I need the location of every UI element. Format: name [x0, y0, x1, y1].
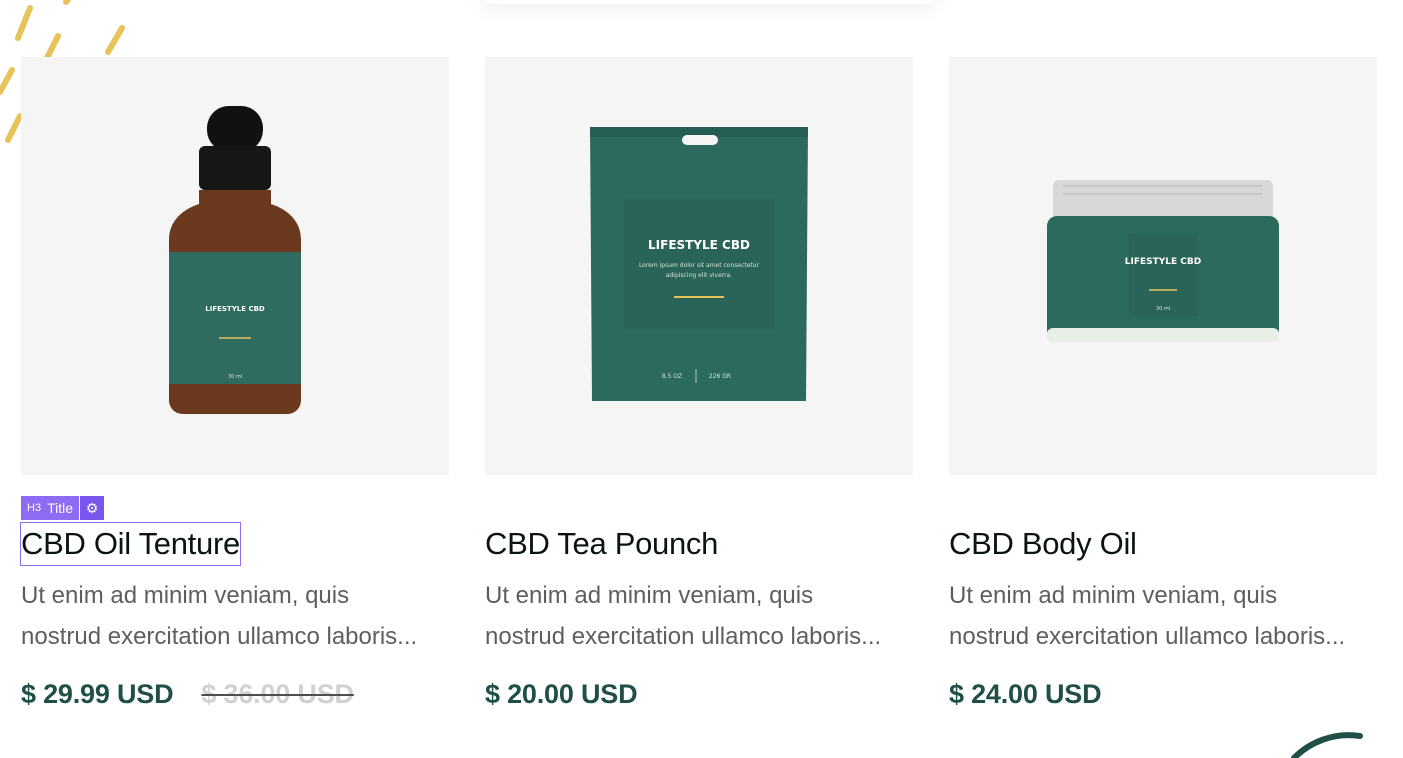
- jar-label-brand: LIFESTYLE CBD: [1125, 257, 1201, 267]
- product-description-line-1: Ut enim ad minim veniam, quis: [21, 582, 350, 609]
- product-title[interactable]: CBD Tea Pounch: [485, 523, 718, 565]
- tea-pouch-image: LIFESTYLE CBD Lorem ipsum dolor sit amet…: [590, 127, 808, 401]
- product-description-line-2: nostrud exercitation ullamco laboris...: [949, 623, 1346, 650]
- pouch-label-gr: 226 GR: [709, 373, 731, 380]
- product-image[interactable]: LIFESTYLE CBD Lorem ipsum dolor sit amet…: [485, 57, 913, 475]
- gear-icon[interactable]: ⚙: [80, 496, 104, 520]
- product-price: $ 29.99 USD: [21, 679, 174, 709]
- product-image[interactable]: LIFESTYLE CBD 30 ml: [949, 57, 1377, 475]
- product-card-1[interactable]: LIFESTYLE CBD 30 ml H3 Title ⚙ CBD Oil T…: [20, 57, 449, 710]
- price-row: $ 20.00 USD: [485, 679, 913, 710]
- pouch-label-brand: LIFESTYLE CBD: [648, 238, 750, 252]
- product-description-line-2: nostrud exercitation ullamco laboris...: [21, 623, 418, 650]
- decorative-swoosh: [1291, 732, 1363, 758]
- price-row: $ 29.99 USD $ 36.00 USD: [21, 679, 449, 710]
- product-price: $ 24.00 USD: [949, 679, 1102, 709]
- editor-badge-label[interactable]: H3 Title: [21, 496, 79, 520]
- product-description-line-1: Ut enim ad minim veniam, quis: [949, 582, 1278, 609]
- product-description: Ut enim ad minim veniam, quis nostrud ex…: [21, 575, 449, 657]
- price-row: $ 24.00 USD: [949, 679, 1377, 710]
- product-old-price: $ 36.00 USD: [201, 679, 354, 709]
- pouch-label-oz: 8.5 OZ: [662, 373, 682, 380]
- jar-label-size: 30 ml: [1156, 306, 1170, 312]
- product-title[interactable]: CBD Body Oil: [949, 523, 1137, 565]
- product-description: Ut enim ad minim veniam, quis nostrud ex…: [485, 575, 913, 657]
- bottle-label-brand: LIFESTYLE CBD: [205, 305, 265, 313]
- product-description: Ut enim ad minim veniam, quis nostrud ex…: [949, 575, 1377, 657]
- top-bar-shadow: [480, 0, 940, 4]
- cream-jar-image: LIFESTYLE CBD 30 ml: [1047, 180, 1279, 342]
- product-title[interactable]: CBD Oil Tenture: [20, 522, 241, 566]
- product-card-2[interactable]: LIFESTYLE CBD Lorem ipsum dolor sit amet…: [485, 57, 913, 710]
- pouch-label-line2: adipiscing elit viverra.: [666, 272, 732, 279]
- pouch-label-line1: Lorem ipsum dolor sit amet consectetur: [639, 262, 760, 269]
- product-card-3[interactable]: LIFESTYLE CBD 30 ml CBD Body Oil Ut enim…: [949, 57, 1377, 710]
- bottle-label-size: 30 ml: [228, 374, 242, 380]
- product-image[interactable]: LIFESTYLE CBD 30 ml: [21, 57, 449, 475]
- editor-element-badge[interactable]: H3 Title ⚙: [21, 496, 104, 520]
- editor-badge-tag: H3: [27, 502, 42, 514]
- product-price: $ 20.00 USD: [485, 679, 638, 709]
- editor-badge-text: Title: [47, 500, 73, 516]
- product-description-line-1: Ut enim ad minim veniam, quis: [485, 582, 814, 609]
- dropper-bottle-image: LIFESTYLE CBD 30 ml: [169, 106, 301, 414]
- product-description-line-2: nostrud exercitation ullamco laboris...: [485, 623, 882, 650]
